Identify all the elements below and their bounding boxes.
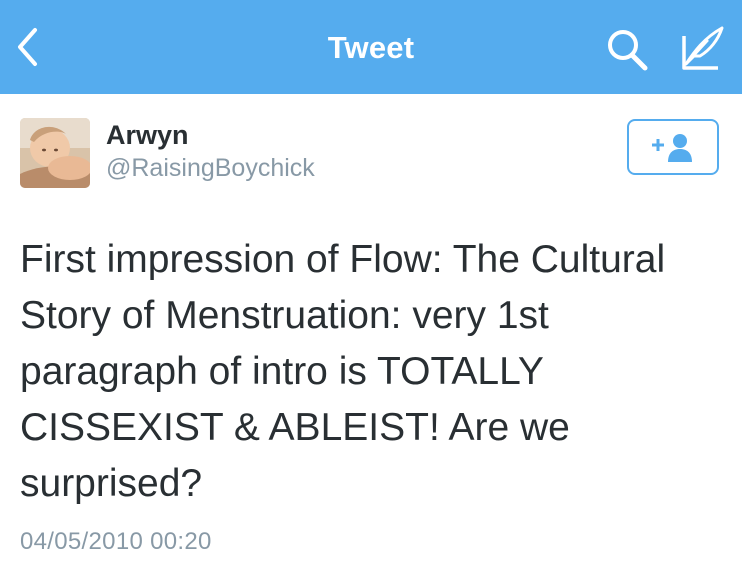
profile-photo-icon (20, 118, 90, 188)
tweet-timestamp[interactable]: 04/05/2010 00:20 (20, 528, 212, 556)
compose-quill-icon (682, 26, 724, 70)
top-navigation-bar: Tweet (0, 0, 742, 94)
search-button[interactable] (603, 26, 651, 74)
add-user-icon (652, 134, 692, 162)
author-name[interactable]: Arwyn (106, 120, 189, 151)
avatar[interactable] (20, 118, 90, 188)
author-handle[interactable]: @RaisingBoychick (106, 154, 315, 183)
tweet-body: First impression of Flow: The Cultural S… (20, 238, 666, 505)
search-icon (608, 30, 648, 71)
compose-button[interactable] (678, 24, 726, 72)
follow-button[interactable] (627, 119, 719, 175)
